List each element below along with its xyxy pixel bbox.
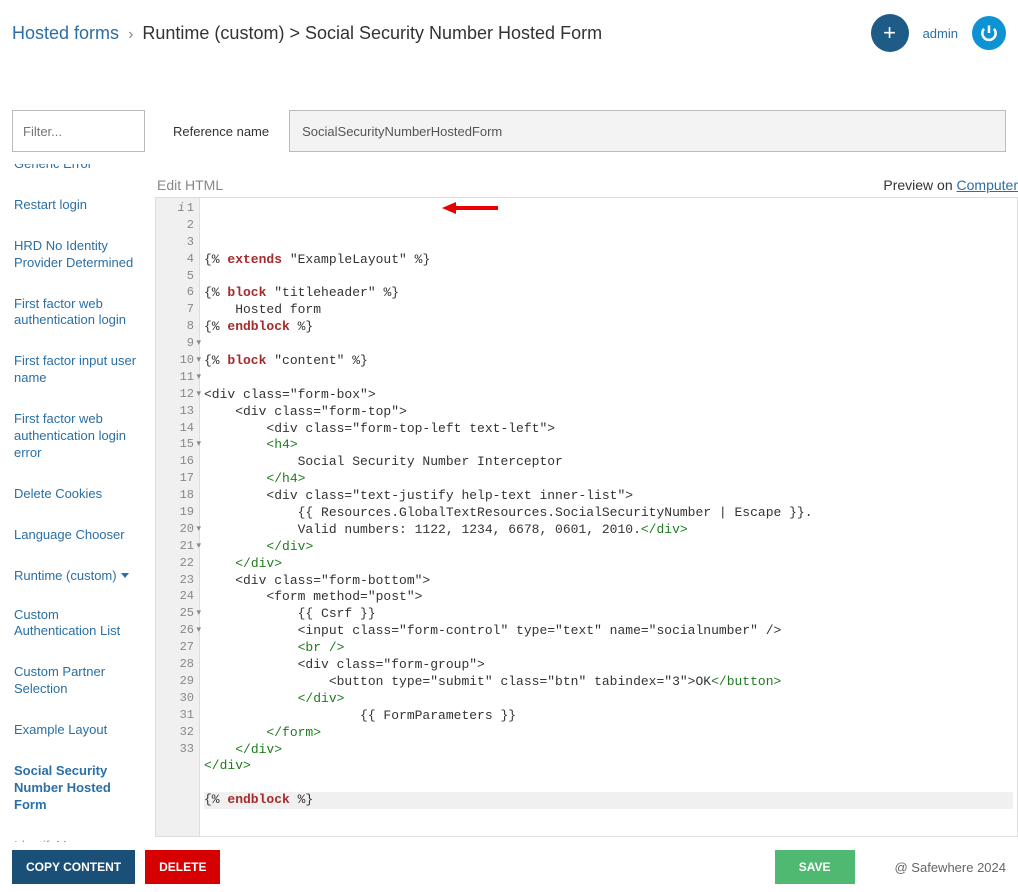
code-line[interactable]: Hosted form	[204, 302, 1013, 319]
code-line[interactable]: </div>	[204, 691, 1013, 708]
sidebar-item[interactable]: Language Chooser	[8, 515, 146, 556]
code-line[interactable]: </div>	[204, 758, 1013, 775]
code-line[interactable]: {% endblock %}	[204, 792, 1013, 809]
sidebar-subitem[interactable]: Social Security Number Hosted Form	[8, 751, 146, 826]
plus-icon: +	[883, 20, 896, 46]
breadcrumb-sep: ›	[128, 26, 133, 43]
editor-title: Edit HTML	[157, 177, 223, 193]
sidebar-item[interactable]: Generic Error	[8, 164, 146, 185]
breadcrumb-leaf: Social Security Number Hosted Form	[305, 23, 602, 43]
sidebar-item[interactable]: First factor input user name	[8, 341, 146, 399]
code-line[interactable]: <div class="form-bottom">	[204, 573, 1013, 590]
code-line[interactable]	[204, 775, 1013, 792]
code-line[interactable]: {% block "content" %}	[204, 353, 1013, 370]
code-line[interactable]: <button type="submit" class="btn" tabind…	[204, 674, 1013, 691]
sidebar-subitem[interactable]: Custom Partner Selection	[8, 652, 146, 710]
sidebar-item[interactable]: Delete Cookies	[8, 474, 146, 515]
save-button[interactable]: SAVE	[775, 850, 855, 884]
code-line[interactable]	[204, 269, 1013, 286]
sidebar[interactable]: Generic ErrorRestart loginHRD No Identit…	[0, 164, 150, 842]
code-line[interactable]: {{ Csrf }}	[204, 606, 1013, 623]
sidebar-item[interactable]: HRD No Identity Provider Determined	[8, 226, 146, 284]
chevron-down-icon	[121, 573, 129, 578]
sidebar-item[interactable]: First factor web authentication login er…	[8, 399, 146, 474]
code-line[interactable]: <input class="form-control" type="text" …	[204, 623, 1013, 640]
code-body[interactable]: {% extends "ExampleLayout" %} {% block "t…	[200, 198, 1017, 836]
sidebar-group-runtime-custom[interactable]: Runtime (custom)	[8, 556, 146, 595]
sidebar-subitem[interactable]: Custom Authentication List	[8, 595, 146, 653]
code-line[interactable]: </h4>	[204, 471, 1013, 488]
power-icon	[979, 23, 999, 43]
code-line[interactable]: <div class="form-box">	[204, 387, 1013, 404]
code-line[interactable]: </form>	[204, 725, 1013, 742]
code-line[interactable]	[204, 370, 1013, 387]
code-line[interactable]: {% endblock %}	[204, 319, 1013, 336]
user-label[interactable]: admin	[923, 26, 958, 41]
code-line[interactable]: {% extends "ExampleLayout" %}	[204, 252, 1013, 269]
code-line[interactable]: <div class="form-top">	[204, 404, 1013, 421]
add-button[interactable]: +	[871, 14, 909, 52]
preview-label: Preview on Computer	[883, 177, 1018, 193]
sidebar-item[interactable]: First factor web authentication login	[8, 284, 146, 342]
code-line[interactable]	[204, 336, 1013, 353]
delete-button[interactable]: DELETE	[145, 850, 220, 884]
sidebar-subitem[interactable]: IdentifyMe▸	[8, 826, 146, 842]
code-line[interactable]: {{ FormParameters }}	[204, 708, 1013, 725]
code-line[interactable]: <form method="post">	[204, 589, 1013, 606]
filter-input[interactable]	[12, 110, 145, 152]
breadcrumb: Hosted forms › Runtime (custom) > Social…	[12, 23, 602, 44]
sidebar-item[interactable]: Restart login	[8, 185, 146, 226]
code-line[interactable]: <div class="text-justify help-text inner…	[204, 488, 1013, 505]
breadcrumb-sep2: >	[289, 23, 305, 43]
brand-label: @ Safewhere 2024	[895, 860, 1007, 875]
code-line[interactable]: {{ Resources.GlobalTextResources.SocialS…	[204, 505, 1013, 522]
code-gutter: i123456789▾10▾11▾12▾131415▾1617181920▾21…	[156, 198, 200, 836]
code-line[interactable]: <br />	[204, 640, 1013, 657]
reference-name-label: Reference name	[173, 124, 269, 139]
breadcrumb-root[interactable]: Hosted forms	[12, 23, 119, 43]
preview-link[interactable]: Computer	[957, 177, 1018, 193]
power-button[interactable]	[972, 16, 1006, 50]
code-line[interactable]: <h4>	[204, 437, 1013, 454]
arrow-annotation	[440, 198, 500, 218]
code-line[interactable]: </div>	[204, 539, 1013, 556]
code-line[interactable]: Social Security Number Interceptor	[204, 454, 1013, 471]
code-line[interactable]: </div>	[204, 742, 1013, 759]
chevron-right-icon: ▸	[134, 839, 140, 842]
code-editor[interactable]: i123456789▾10▾11▾12▾131415▾1617181920▾21…	[155, 197, 1018, 837]
code-line[interactable]: </div>	[204, 556, 1013, 573]
code-line[interactable]: <div class="form-top-left text-left">	[204, 421, 1013, 438]
sidebar-subitem[interactable]: Example Layout	[8, 710, 146, 751]
code-line[interactable]: Valid numbers: 1122, 1234, 6678, 0601, 2…	[204, 522, 1013, 539]
copy-content-button[interactable]: COPY CONTENT	[12, 850, 135, 884]
reference-name-input[interactable]	[289, 110, 1006, 152]
breadcrumb-mid: Runtime (custom)	[142, 23, 284, 43]
code-line[interactable]: <div class="form-group">	[204, 657, 1013, 674]
code-line[interactable]: {% block "titleheader" %}	[204, 285, 1013, 302]
